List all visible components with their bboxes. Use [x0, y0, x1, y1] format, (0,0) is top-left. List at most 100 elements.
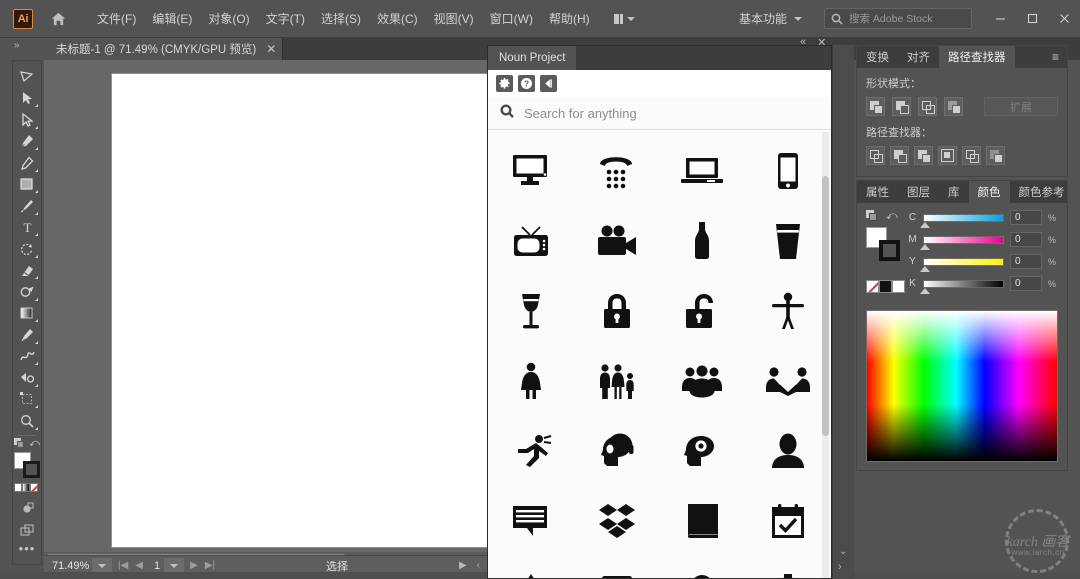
- tab-transform[interactable]: 变换: [857, 46, 898, 68]
- menu-type[interactable]: 文字(T): [258, 6, 313, 31]
- menu-object[interactable]: 对象(O): [200, 6, 257, 31]
- menu-select[interactable]: 选择(S): [313, 6, 369, 31]
- eraser-tool[interactable]: [14, 260, 40, 282]
- partial-icon-b[interactable]: [574, 556, 660, 578]
- padlock-open-icon[interactable]: [660, 276, 746, 346]
- curvature-tool[interactable]: [14, 152, 40, 174]
- tab-align[interactable]: 对齐: [898, 46, 939, 68]
- head-brain-icon[interactable]: [660, 416, 746, 486]
- menu-effect[interactable]: 效果(C): [369, 6, 426, 31]
- tab-noun-project[interactable]: Noun Project: [488, 46, 577, 70]
- collapsed-panel-strip[interactable]: ⌄ ›: [832, 45, 854, 579]
- home-icon[interactable]: [47, 8, 69, 30]
- paintbrush-tool[interactable]: [14, 195, 40, 217]
- tab-libraries[interactable]: 库: [939, 181, 969, 203]
- partial-icon-d[interactable]: [745, 556, 831, 578]
- crop-button[interactable]: [938, 146, 957, 165]
- help-question-icon[interactable]: ?: [518, 75, 535, 92]
- calendar-check-icon[interactable]: [745, 486, 831, 556]
- status-menu-icon[interactable]: ‹: [477, 560, 480, 571]
- yellow-value-input[interactable]: 0: [1010, 254, 1042, 269]
- document-tab[interactable]: 未标题-1 @ 71.49% (CMYK/GPU 预览) ✕: [44, 38, 284, 60]
- fill-stroke-swatches[interactable]: [14, 452, 40, 479]
- video-camera-icon[interactable]: [574, 206, 660, 276]
- tab-gutter-expand[interactable]: [0, 38, 44, 60]
- close-icon[interactable]: [1048, 0, 1080, 38]
- rectangle-tool[interactable]: [14, 174, 40, 196]
- screen-mode-icon[interactable]: [14, 519, 40, 541]
- cyan-slider[interactable]: [920, 213, 1004, 228]
- eyedropper-tool[interactable]: [14, 324, 40, 346]
- gradient-swatch-button[interactable]: [22, 482, 30, 492]
- close-icon[interactable]: ✕: [266, 43, 276, 55]
- type-tool[interactable]: T: [14, 217, 40, 239]
- outline-button[interactable]: [962, 146, 981, 165]
- none-swatch-button[interactable]: [30, 482, 38, 492]
- artboard-dropdown-icon[interactable]: [164, 558, 185, 573]
- tab-color[interactable]: 颜色: [968, 181, 1010, 203]
- status-play-icon[interactable]: ▶: [459, 560, 467, 571]
- tab-color-guide[interactable]: 颜色参考: [1010, 181, 1074, 203]
- wine-glass-icon[interactable]: [488, 276, 574, 346]
- canvas-area[interactable]: [44, 60, 488, 552]
- zoom-tool[interactable]: [14, 410, 40, 432]
- direct-selection-tool[interactable]: [14, 109, 40, 131]
- first-artboard-button[interactable]: |◀: [118, 560, 128, 571]
- panel-menu-icon[interactable]: ≡: [1074, 181, 1080, 203]
- divide-button[interactable]: [866, 146, 885, 165]
- previous-artboard-button[interactable]: ◀: [135, 560, 143, 571]
- back-arrow-icon[interactable]: [540, 75, 557, 92]
- blend-tool[interactable]: [14, 346, 40, 368]
- television-icon[interactable]: [488, 206, 574, 276]
- selection-tool[interactable]: [14, 88, 40, 110]
- rotate-tool[interactable]: [14, 238, 40, 260]
- white-swatch[interactable]: [892, 280, 905, 293]
- smartphone-icon[interactable]: [745, 136, 831, 206]
- scrollbar-thumb[interactable]: [822, 176, 829, 436]
- next-artboard-button[interactable]: ▶: [190, 560, 198, 571]
- menu-edit[interactable]: 编辑(E): [144, 6, 200, 31]
- zoom-level-value[interactable]: 71.49%: [44, 560, 92, 572]
- black-swatch[interactable]: [879, 280, 892, 293]
- yellow-slider[interactable]: [920, 257, 1004, 272]
- pen-tool[interactable]: [14, 131, 40, 153]
- people-group-icon[interactable]: [660, 346, 746, 416]
- book-icon[interactable]: [660, 486, 746, 556]
- trim-button[interactable]: [890, 146, 909, 165]
- laptop-icon[interactable]: [660, 136, 746, 206]
- monitor-icon[interactable]: [488, 136, 574, 206]
- menu-help[interactable]: 帮助(H): [541, 6, 598, 31]
- none-swatch[interactable]: [866, 280, 879, 293]
- workspace-switcher[interactable]: 基本功能: [739, 10, 802, 27]
- minus-back-button[interactable]: [986, 146, 1005, 165]
- menu-view[interactable]: 视图(V): [426, 6, 482, 31]
- shape-builder-tool[interactable]: [14, 66, 40, 88]
- dropbox-layers-icon[interactable]: [574, 486, 660, 556]
- color-spectrum-picker[interactable]: [866, 310, 1058, 462]
- tab-layers[interactable]: 图层: [898, 181, 939, 203]
- minus-front-button[interactable]: [892, 97, 911, 116]
- chevron-down-icon[interactable]: ⌄: [839, 546, 847, 557]
- drawing-mode-icon[interactable]: [14, 498, 40, 520]
- artboard[interactable]: [112, 74, 488, 547]
- gradient-tool[interactable]: [14, 303, 40, 325]
- last-artboard-button[interactable]: ▶|: [205, 560, 215, 571]
- exclude-button[interactable]: [944, 97, 963, 116]
- tab-properties[interactable]: 属性: [857, 181, 898, 203]
- settings-gear-icon[interactable]: [496, 75, 513, 92]
- swap-fill-stroke-icon[interactable]: ⤺: [29, 438, 40, 449]
- minimize-icon[interactable]: [984, 0, 1016, 38]
- running-person-icon[interactable]: [488, 416, 574, 486]
- cup-icon[interactable]: [745, 206, 831, 276]
- partial-icon-c[interactable]: [660, 556, 746, 578]
- bottle-icon[interactable]: [660, 206, 746, 276]
- padlock-closed-icon[interactable]: [574, 276, 660, 346]
- speech-bubble-icon[interactable]: [488, 486, 574, 556]
- partial-icon-a[interactable]: [488, 556, 574, 578]
- maximize-icon[interactable]: [1016, 0, 1048, 38]
- telephone-keypad-icon[interactable]: [574, 136, 660, 206]
- noun-project-scrollbar[interactable]: [822, 132, 829, 578]
- unite-button[interactable]: [866, 97, 885, 116]
- merge-button[interactable]: [914, 146, 933, 165]
- menu-file[interactable]: 文件(F): [89, 6, 144, 31]
